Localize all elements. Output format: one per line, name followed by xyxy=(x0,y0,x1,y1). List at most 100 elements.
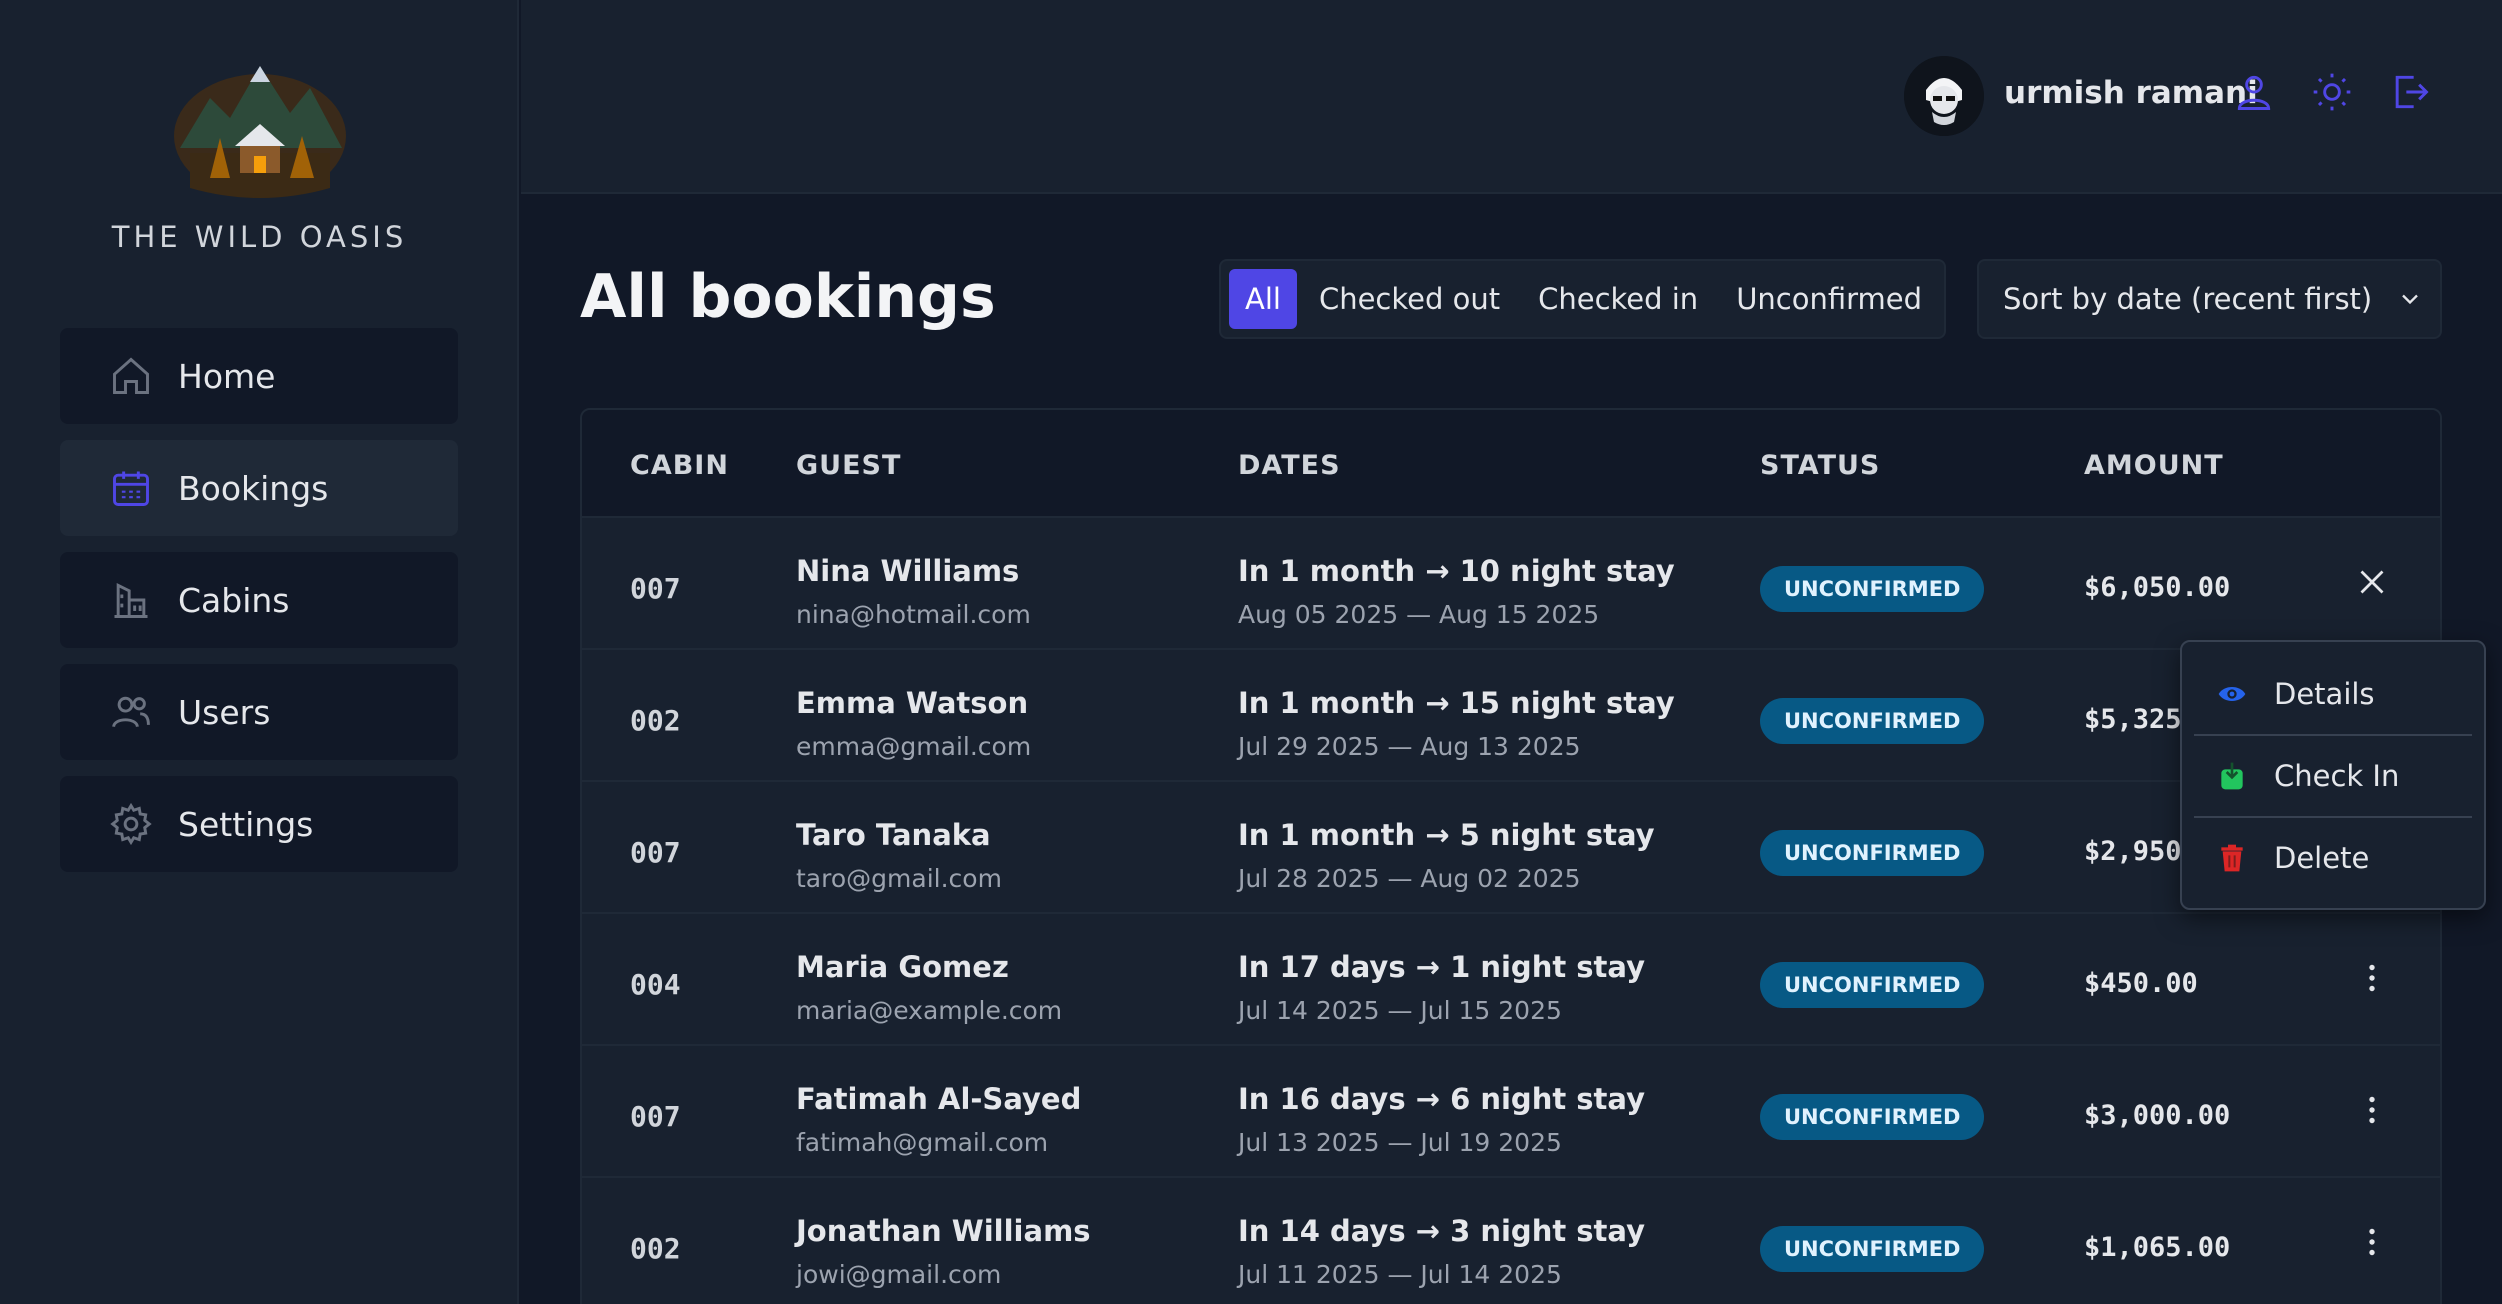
cabin-number: 007 xyxy=(630,572,681,605)
filter-checked-out[interactable]: Checked out xyxy=(1303,269,1516,329)
sidebar-item-users[interactable]: Users xyxy=(60,664,458,760)
user-icon[interactable] xyxy=(2232,70,2276,114)
filter-checked-in[interactable]: Checked in xyxy=(1522,269,1714,329)
guest-name: Taro Tanaka xyxy=(796,818,991,852)
guest-email: emma@gmail.com xyxy=(796,732,1032,761)
more-vertical-icon xyxy=(2354,1092,2390,1132)
sidebar-item-cabins[interactable]: Cabins xyxy=(60,552,458,648)
guest-name: Jonathan Williams xyxy=(796,1214,1091,1248)
guest-name: Nina Williams xyxy=(796,554,1020,588)
username: urmish ramani xyxy=(2004,75,2258,111)
cabin-number: 007 xyxy=(630,1100,681,1133)
menu-item-label: Check In xyxy=(2274,759,2400,793)
amount: $3,000.00 xyxy=(2084,1100,2231,1131)
sun-icon[interactable] xyxy=(2310,70,2354,114)
home-icon xyxy=(108,353,154,399)
filter-unconfirmed[interactable]: Unconfirmed xyxy=(1720,269,1938,329)
close-menu-button[interactable] xyxy=(2346,558,2398,610)
status-badge: UNCONFIRMED xyxy=(1760,566,1985,612)
filter-group: All Checked out Checked in Unconfirmed xyxy=(1219,259,1946,339)
guest-name: Fatimah Al-Sayed xyxy=(796,1082,1082,1116)
logo xyxy=(170,58,350,198)
check-in-icon xyxy=(2216,760,2248,792)
header-amount: AMOUNT xyxy=(2084,450,2224,481)
menu-item-check-in[interactable]: Check In xyxy=(2194,736,2472,816)
status-badge: UNCONFIRMED xyxy=(1760,1226,1985,1272)
status-badge: UNCONFIRMED xyxy=(1760,698,1985,744)
page-title: All bookings xyxy=(580,262,996,332)
amount: $5,325 xyxy=(2084,704,2182,735)
amount: $6,050.00 xyxy=(2084,572,2231,603)
guest-name: Maria Gomez xyxy=(796,950,1009,984)
guest-email: taro@gmail.com xyxy=(796,864,1002,893)
stay-summary: In 17 days → 1 night stay xyxy=(1238,950,1646,984)
sidebar-item-settings[interactable]: Settings xyxy=(60,776,458,872)
date-range: Aug 05 2025 — Aug 15 2025 xyxy=(1238,600,1600,629)
date-range: Jul 11 2025 — Jul 14 2025 xyxy=(1238,1260,1562,1289)
amount: $450.00 xyxy=(2084,968,2198,999)
more-vertical-icon xyxy=(2354,1224,2390,1264)
cabin-number: 004 xyxy=(630,968,681,1001)
cabin-number: 002 xyxy=(630,704,681,737)
menu-item-label: Delete xyxy=(2274,841,2370,875)
stay-summary: In 1 month → 10 night stay xyxy=(1238,554,1675,588)
sidebar: THE WILD OASIS Home Bookings Cabins User… xyxy=(0,0,519,1304)
table-row: 007 Fatimah Al-Sayed fatimah@gmail.com I… xyxy=(582,1046,2440,1178)
sidebar-item-label: Users xyxy=(178,692,271,732)
cabin-number: 002 xyxy=(630,1232,681,1265)
sidebar-item-label: Cabins xyxy=(178,580,290,620)
guest-email: jowi@gmail.com xyxy=(796,1260,1002,1289)
sort-select[interactable]: Sort by date (recent first) xyxy=(1977,259,2442,339)
table-row: 002 Emma Watson emma@gmail.com In 1 mont… xyxy=(582,650,2440,782)
row-menu-button[interactable] xyxy=(2346,1086,2398,1138)
table-header: CABIN GUEST DATES STATUS AMOUNT xyxy=(582,410,2440,518)
trash-icon xyxy=(2216,842,2248,874)
main-nav: Home Bookings Cabins Users Settings xyxy=(60,328,458,888)
date-range: Jul 13 2025 — Jul 19 2025 xyxy=(1238,1128,1562,1157)
stay-summary: In 14 days → 3 night stay xyxy=(1238,1214,1646,1248)
avatar xyxy=(1904,56,1984,136)
filter-all[interactable]: All xyxy=(1229,269,1297,329)
gear-icon xyxy=(108,801,154,847)
header-cabin: CABIN xyxy=(630,450,729,481)
date-range: Jul 14 2025 — Jul 15 2025 xyxy=(1238,996,1562,1025)
guest-email: maria@example.com xyxy=(796,996,1063,1025)
sidebar-item-home[interactable]: Home xyxy=(60,328,458,424)
cabin-number: 007 xyxy=(630,836,681,869)
brand-name: THE WILD OASIS xyxy=(111,220,408,254)
cabins-icon xyxy=(108,577,154,623)
menu-item-details[interactable]: Details xyxy=(2194,654,2472,734)
sidebar-item-label: Bookings xyxy=(178,468,329,508)
status-badge: UNCONFIRMED xyxy=(1760,1094,1985,1140)
table-row: 002 Jonathan Williams jowi@gmail.com In … xyxy=(582,1178,2440,1304)
table-row: 004 Maria Gomez maria@example.com In 17 … xyxy=(582,914,2440,1046)
sidebar-item-label: Settings xyxy=(178,804,314,844)
row-action-menu: Details Check In Delete xyxy=(2180,640,2486,910)
sidebar-item-bookings[interactable]: Bookings xyxy=(60,440,458,536)
users-icon xyxy=(108,689,154,735)
close-icon xyxy=(2354,564,2390,604)
guest-email: fatimah@gmail.com xyxy=(796,1128,1049,1157)
logout-icon[interactable] xyxy=(2388,70,2432,114)
bookings-table: CABIN GUEST DATES STATUS AMOUNT 007 Nina… xyxy=(580,408,2442,1304)
status-badge: UNCONFIRMED xyxy=(1760,962,1985,1008)
menu-item-label: Details xyxy=(2274,677,2375,711)
guest-name: Emma Watson xyxy=(796,686,1029,720)
stay-summary: In 16 days → 6 night stay xyxy=(1238,1082,1646,1116)
table-row: 007 Nina Williams nina@hotmail.com In 1 … xyxy=(582,518,2440,650)
amount: $1,065.00 xyxy=(2084,1232,2231,1263)
date-range: Jul 28 2025 — Aug 02 2025 xyxy=(1238,864,1581,893)
stay-summary: In 1 month → 5 night stay xyxy=(1238,818,1655,852)
header-status: STATUS xyxy=(1760,450,1881,481)
table-row: 007 Taro Tanaka taro@gmail.com In 1 mont… xyxy=(582,782,2440,914)
sort-label: Sort by date (recent first) xyxy=(2003,282,2373,316)
sidebar-item-label: Home xyxy=(178,356,276,396)
amount: $2,950 xyxy=(2084,836,2182,867)
menu-item-delete[interactable]: Delete xyxy=(2194,818,2472,898)
status-badge: UNCONFIRMED xyxy=(1760,830,1985,876)
row-menu-button[interactable] xyxy=(2346,1218,2398,1270)
chevron-down-icon xyxy=(2396,285,2424,313)
header-guest: GUEST xyxy=(796,450,902,481)
row-menu-button[interactable] xyxy=(2346,954,2398,1006)
date-range: Jul 29 2025 — Aug 13 2025 xyxy=(1238,732,1581,761)
